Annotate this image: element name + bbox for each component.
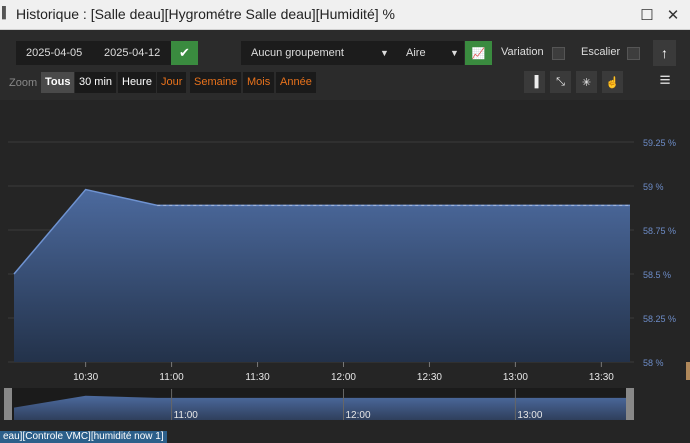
navigator-tick-label: 12:00 [345, 410, 370, 421]
navigator-tick-label: 11:00 [174, 410, 199, 421]
chart-icon-button[interactable]: 📈 [465, 41, 492, 65]
navigator-left-handle[interactable] [4, 388, 12, 420]
close-icon[interactable]: ✕ [662, 4, 684, 26]
zoom-year-button[interactable]: Année [276, 72, 316, 93]
x-tick-label: 11:00 [159, 372, 184, 383]
y-tick-label: 58.5 % [643, 270, 671, 280]
chart-type-value: Aire [406, 47, 426, 59]
navigator-tick-label: 13:00 [517, 410, 542, 421]
end-date-input[interactable]: 2025-04-12 [94, 41, 171, 65]
x-tick-label: 12:00 [331, 372, 356, 383]
history-chart[interactable]: 58 % 58.25 % 58.5 % 58.75 % 59 % 59.25 % 10:3… [0, 100, 690, 443]
variation-label: Variation [501, 46, 544, 58]
stair-label: Escalier [581, 46, 621, 58]
navigator-right-handle[interactable] [626, 388, 634, 420]
humidity-area [14, 189, 630, 362]
history-window: ▌ Historique : [Salle deau][Hygrométre S… [0, 0, 690, 443]
caret-down-icon: ▼ [450, 48, 459, 58]
caret-down-icon: ▼ [380, 48, 389, 58]
y-tick-label: 59 % [643, 182, 664, 192]
hamburger-menu-icon[interactable]: ≡ [654, 70, 676, 92]
x-tick-label: 13:30 [589, 372, 614, 383]
grouping-value: Aucun groupement [251, 47, 344, 59]
y-tick-label: 58.75 % [643, 226, 676, 236]
title-bar: ▌ Historique : [Salle deau][Hygrométre S… [0, 0, 690, 30]
x-tick-label: 11:30 [245, 372, 270, 383]
side-thumbnail [686, 362, 690, 380]
resize-icon[interactable]: ⤡ [550, 71, 571, 93]
zoom-hour-button[interactable]: Heure [118, 72, 156, 93]
stair-checkbox[interactable] [627, 47, 640, 60]
status-bar: eau][Controle VMC][humidité now 1] [0, 431, 167, 443]
zoom-label: Zoom [9, 77, 38, 89]
window-icon: ▌ [2, 7, 10, 19]
x-tick-label: 13:00 [503, 372, 528, 383]
chart-type-select[interactable]: Aire ▼ [396, 41, 464, 65]
window-title: Historique : [Salle deau][Hygrométre Sal… [16, 6, 395, 22]
navigator[interactable]: 11:00 12:00 13:00 [4, 388, 634, 421]
zoom-week-button[interactable]: Semaine [190, 72, 242, 93]
x-tick-label: 10:30 [73, 372, 98, 383]
apply-dates-button[interactable]: ✔ [171, 41, 198, 65]
x-tick-label: 12:30 [417, 372, 442, 383]
y-tick-label: 59.25 % [643, 138, 676, 148]
start-date-input[interactable]: 2025-04-05 [16, 41, 94, 65]
hand-pointer-icon[interactable]: ☝ [602, 71, 623, 93]
y-tick-label: 58 % [643, 358, 664, 368]
grouping-select[interactable]: Aucun groupement ▼ [241, 41, 396, 65]
zoom-month-button[interactable]: Mois [243, 72, 275, 93]
toolbar: 2025-04-05 2025-04-12 ✔ Aucun groupement… [0, 30, 690, 100]
zoom-day-button[interactable]: Jour [157, 72, 187, 93]
y-tick-label: 58.25 % [643, 314, 676, 324]
zoom-30min-button[interactable]: 30 min [75, 72, 117, 93]
variation-checkbox[interactable] [552, 47, 565, 60]
up-arrow-button[interactable]: ↑ [653, 40, 676, 66]
maximize-icon[interactable]: ☐ [636, 4, 658, 26]
zoom-all-button[interactable]: Tous [41, 72, 75, 93]
column-icon[interactable]: ▐ [524, 71, 545, 93]
asterisk-icon[interactable]: ✳ [576, 71, 597, 93]
